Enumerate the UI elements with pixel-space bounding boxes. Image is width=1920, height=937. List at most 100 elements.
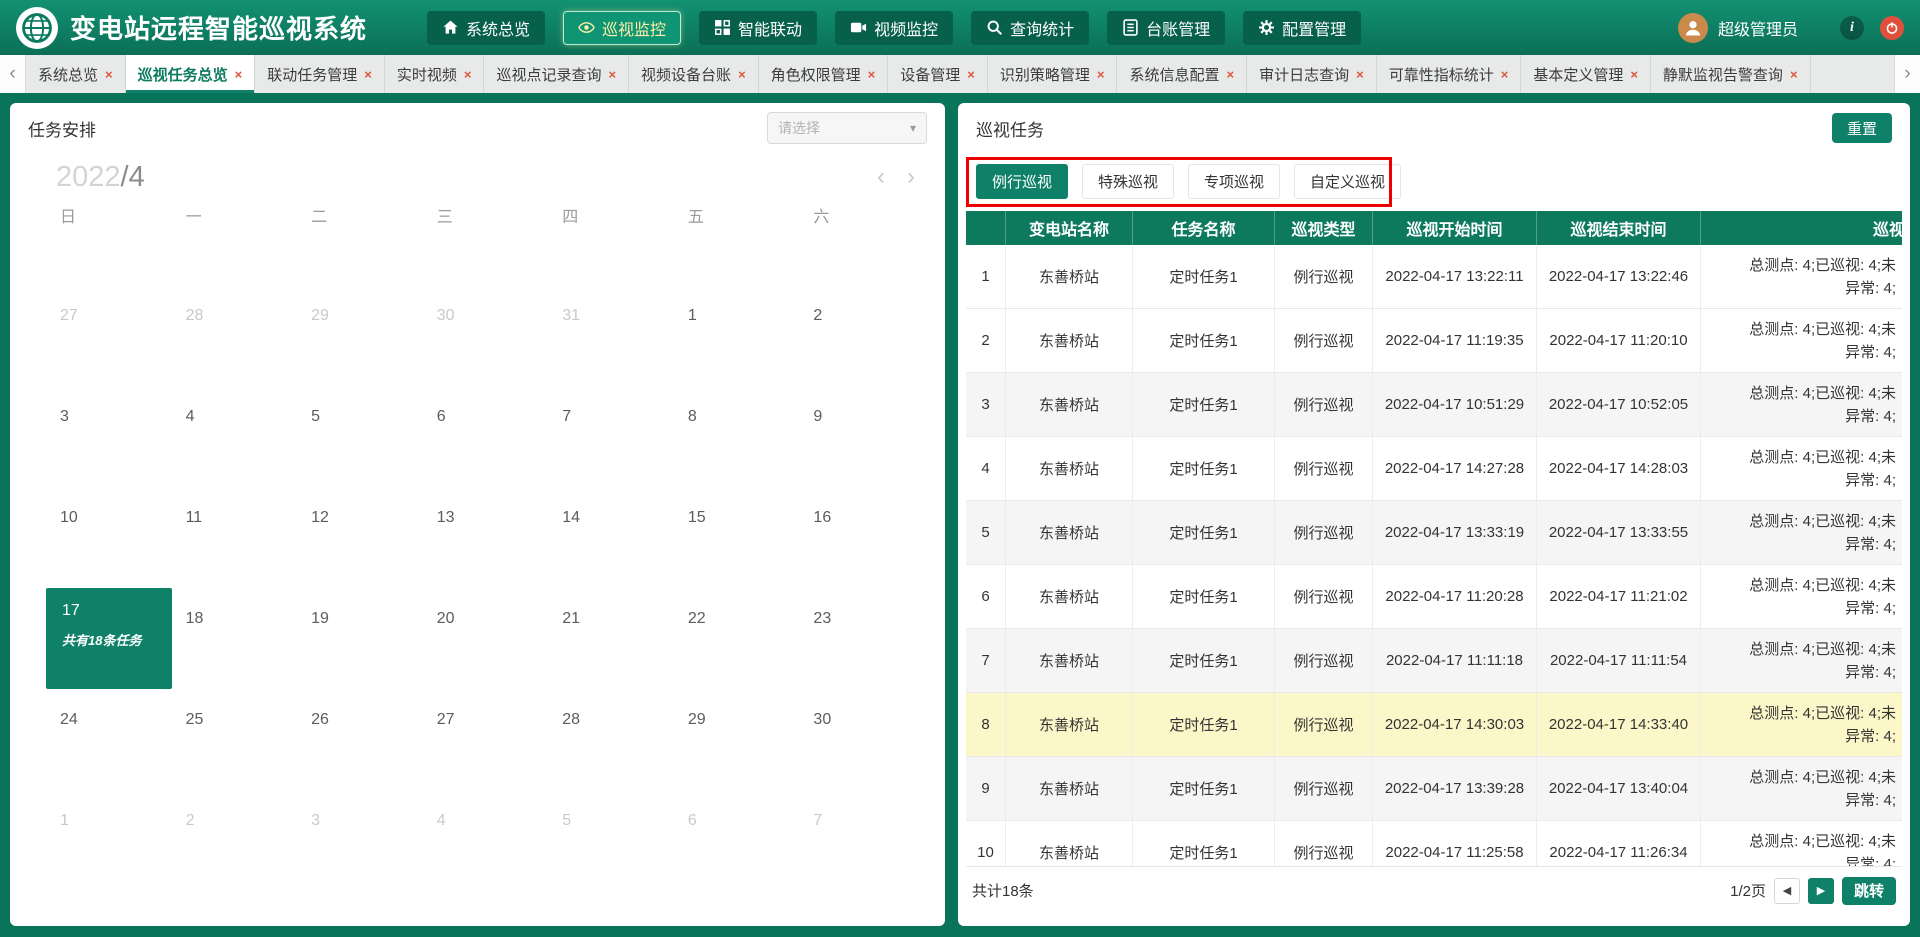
tab-close-icon[interactable]: × (868, 67, 876, 82)
calendar-day-selected[interactable]: 17共有18条任务 (46, 588, 172, 689)
nav-eye-button[interactable]: 巡视监控 (563, 11, 681, 45)
calendar-day[interactable]: 22 (674, 588, 800, 689)
calendar-day[interactable]: 18 (172, 588, 298, 689)
calendar-day[interactable]: 27 (46, 285, 172, 386)
calendar-day[interactable]: 4 (172, 386, 298, 487)
workspace-tab[interactable]: 可靠性指标统计× (1377, 55, 1522, 93)
calendar-day[interactable]: 30 (799, 689, 925, 790)
tab-scroll-left-icon[interactable]: ‹ (0, 55, 26, 93)
calendar-day[interactable]: 14 (548, 487, 674, 588)
inspection-type-tab[interactable]: 自定义巡视 (1294, 164, 1401, 199)
calendar-day[interactable]: 10 (46, 487, 172, 588)
tab-close-icon[interactable]: × (608, 67, 616, 82)
calendar-day[interactable]: 4 (423, 790, 549, 891)
calendar-day[interactable]: 31 (548, 285, 674, 386)
jump-button[interactable]: 跳转 (1842, 877, 1896, 905)
inspection-type-tab[interactable]: 专项巡视 (1188, 164, 1280, 199)
calendar-day[interactable]: 24 (46, 689, 172, 790)
schedule-select[interactable]: 请选择 ▾ (767, 112, 927, 144)
calendar-day[interactable]: 11 (172, 487, 298, 588)
inspection-type-tab[interactable]: 特殊巡视 (1082, 164, 1174, 199)
calendar-day[interactable]: 5 (548, 790, 674, 891)
calendar-day[interactable]: 25 (172, 689, 298, 790)
calendar-day[interactable]: 9 (799, 386, 925, 487)
workspace-tab[interactable]: 设备管理× (888, 55, 988, 93)
workspace-tab[interactable]: 巡视任务总览× (126, 55, 256, 93)
workspace-tab[interactable]: 联动任务管理× (255, 55, 385, 93)
workspace-tab[interactable]: 系统总览× (26, 55, 126, 93)
table-row[interactable]: 8东善桥站定时任务1例行巡视2022-04-17 14:30:032022-04… (966, 693, 1902, 757)
calendar-day[interactable]: 6 (423, 386, 549, 487)
workspace-tab[interactable]: 基本定义管理× (1521, 55, 1651, 93)
workspace-tab[interactable]: 系统信息配置× (1117, 55, 1247, 93)
reset-button[interactable]: 重置 (1832, 113, 1892, 143)
calendar-day[interactable]: 2 (172, 790, 298, 891)
calendar-day[interactable]: 6 (674, 790, 800, 891)
calendar-day[interactable]: 1 (46, 790, 172, 891)
calendar-day[interactable]: 7 (548, 386, 674, 487)
calendar-day[interactable]: 23 (799, 588, 925, 689)
tab-close-icon[interactable]: × (738, 67, 746, 82)
tab-close-icon[interactable]: × (1790, 67, 1798, 82)
table-row[interactable]: 9东善桥站定时任务1例行巡视2022-04-17 13:39:282022-04… (966, 757, 1902, 821)
calendar-day[interactable]: 16 (799, 487, 925, 588)
tab-close-icon[interactable]: × (1356, 67, 1364, 82)
workspace-tab[interactable]: 审计日志查询× (1247, 55, 1377, 93)
table-row[interactable]: 10东善桥站定时任务1例行巡视2022-04-17 11:25:582022-0… (966, 821, 1902, 866)
calendar-day[interactable]: 13 (423, 487, 549, 588)
calendar-day[interactable]: 20 (423, 588, 549, 689)
next-page-button[interactable]: ▶ (1808, 878, 1834, 904)
calendar-day[interactable]: 29 (674, 689, 800, 790)
tab-close-icon[interactable]: × (364, 67, 372, 82)
inspection-type-tab[interactable]: 例行巡视 (976, 164, 1068, 199)
table-row[interactable]: 6东善桥站定时任务1例行巡视2022-04-17 11:20:282022-04… (966, 565, 1902, 629)
workspace-tab[interactable]: 巡视点记录查询× (484, 55, 629, 93)
tab-close-icon[interactable]: × (967, 67, 975, 82)
nav-gear-button[interactable]: 配置管理 (1243, 11, 1361, 45)
workspace-tab[interactable]: 实时视频× (385, 55, 485, 93)
calendar-day[interactable]: 3 (297, 790, 423, 891)
calendar-day[interactable]: 29 (297, 285, 423, 386)
tab-close-icon[interactable]: × (1097, 67, 1105, 82)
calendar-day[interactable]: 12 (297, 487, 423, 588)
calendar-day[interactable]: 7 (799, 790, 925, 891)
nav-home-button[interactable]: 系统总览 (427, 11, 545, 45)
calendar-day[interactable]: 2 (799, 285, 925, 386)
tab-scroll-right-icon[interactable]: › (1894, 55, 1920, 93)
tab-close-icon[interactable]: × (1501, 67, 1509, 82)
calendar-prev-icon[interactable]: ‹ (877, 165, 885, 189)
calendar-day[interactable]: 3 (46, 386, 172, 487)
calendar-day[interactable]: 27 (423, 689, 549, 790)
calendar-day[interactable]: 30 (423, 285, 549, 386)
nav-ledger-button[interactable]: 台账管理 (1107, 11, 1225, 45)
workspace-tab[interactable]: 角色权限管理× (759, 55, 889, 93)
table-row[interactable]: 7东善桥站定时任务1例行巡视2022-04-17 11:11:182022-04… (966, 629, 1902, 693)
calendar-day[interactable]: 5 (297, 386, 423, 487)
info-icon[interactable]: i (1840, 16, 1864, 40)
table-row[interactable]: 3东善桥站定时任务1例行巡视2022-04-17 10:51:292022-04… (966, 373, 1902, 437)
calendar-day[interactable]: 8 (674, 386, 800, 487)
calendar-day[interactable]: 28 (548, 689, 674, 790)
calendar-day[interactable]: 21 (548, 588, 674, 689)
calendar-day[interactable]: 19 (297, 588, 423, 689)
calendar-next-icon[interactable]: › (907, 165, 915, 189)
calendar-day[interactable]: 15 (674, 487, 800, 588)
tab-close-icon[interactable]: × (464, 67, 472, 82)
power-icon[interactable] (1880, 16, 1904, 40)
nav-video-button[interactable]: 视频监控 (835, 11, 953, 45)
calendar-day[interactable]: 26 (297, 689, 423, 790)
table-row[interactable]: 5东善桥站定时任务1例行巡视2022-04-17 13:33:192022-04… (966, 501, 1902, 565)
tab-close-icon[interactable]: × (235, 67, 243, 82)
prev-page-button[interactable]: ◀ (1774, 878, 1800, 904)
table-row[interactable]: 4东善桥站定时任务1例行巡视2022-04-17 14:27:282022-04… (966, 437, 1902, 501)
nav-smartlink-button[interactable]: 智能联动 (699, 11, 817, 45)
nav-search-button[interactable]: 查询统计 (971, 11, 1089, 45)
workspace-tab[interactable]: 识别策略管理× (988, 55, 1118, 93)
table-row[interactable]: 1东善桥站定时任务1例行巡视2022-04-17 13:22:112022-04… (966, 245, 1902, 309)
table-row[interactable]: 2东善桥站定时任务1例行巡视2022-04-17 11:19:352022-04… (966, 309, 1902, 373)
avatar[interactable] (1678, 13, 1708, 43)
tab-close-icon[interactable]: × (105, 67, 113, 82)
calendar-day[interactable]: 28 (172, 285, 298, 386)
tab-close-icon[interactable]: × (1227, 67, 1235, 82)
calendar-day[interactable]: 1 (674, 285, 800, 386)
